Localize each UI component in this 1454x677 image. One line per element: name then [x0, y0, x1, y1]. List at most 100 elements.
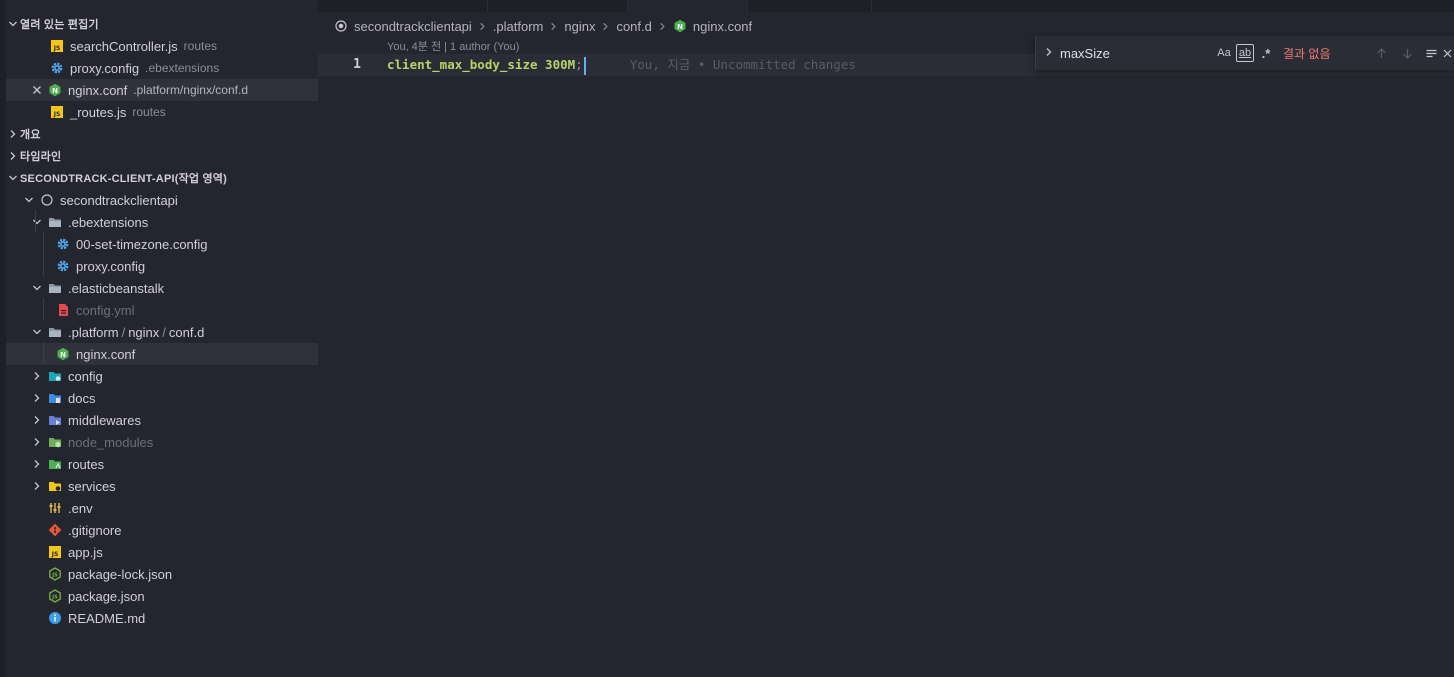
breadcrumb-item[interactable]: .platform	[493, 19, 544, 34]
info-icon	[48, 611, 62, 625]
code-directive: client_max_body_size	[387, 57, 538, 72]
tree-file[interactable]: JS app.js	[6, 541, 318, 563]
tree-folder[interactable]: .elasticbeanstalk	[6, 277, 318, 299]
chevron-right-icon[interactable]	[1042, 45, 1056, 59]
nodejs-icon: JS	[48, 567, 62, 581]
code-value: 300M	[545, 57, 576, 72]
tree-folder[interactable]: .platform / nginx / conf.d	[6, 321, 318, 343]
svg-text:N: N	[60, 351, 66, 359]
find-input[interactable]	[1058, 42, 1208, 64]
breadcrumb-item[interactable]: conf.d	[616, 19, 651, 34]
tree-file[interactable]: README.md	[6, 607, 318, 629]
arrow-up-icon[interactable]	[1372, 44, 1390, 62]
tree-root-folder[interactable]: secondtrackclientapi	[6, 189, 318, 211]
tree-item-label: proxy.config	[76, 258, 146, 274]
tree-file[interactable]: JS package.json	[6, 585, 318, 607]
timeline-title: 타임라인	[20, 151, 62, 163]
open-editor-desc: routes	[132, 105, 166, 119]
gear-icon	[50, 61, 64, 75]
nodejs-icon: JS	[48, 589, 62, 603]
regex-toggle[interactable]: .*	[1258, 44, 1274, 62]
text-cursor	[583, 56, 586, 75]
open-editors-header[interactable]: 열려 있는 편집기	[6, 13, 318, 35]
tree-item-label: routes	[68, 456, 105, 472]
editor-tab-active[interactable]	[628, 0, 748, 12]
folder-routes-icon	[48, 457, 62, 471]
js-file-icon: JS	[48, 545, 62, 559]
chevron-right-icon	[6, 127, 20, 141]
editor-tab[interactable]	[318, 0, 488, 12]
code-line[interactable]: client_max_body_size 300M; You, 지금 • Unco…	[387, 54, 856, 76]
tree-file[interactable]: .env	[6, 497, 318, 519]
open-editor-item[interactable]: proxy.config .ebextensions	[6, 57, 318, 79]
tree-folder[interactable]: .ebextensions	[6, 211, 318, 233]
breadcrumb-item[interactable]: nginx.conf	[693, 19, 752, 34]
tree-item-label: services	[68, 478, 116, 494]
tree-item-label: nginx.conf	[76, 346, 136, 362]
svg-text:JS: JS	[51, 573, 58, 579]
chevron-right-icon	[30, 457, 44, 471]
open-editor-desc: .platform/nginx/conf.d	[133, 83, 248, 97]
tree-item-label: package-lock.json	[68, 566, 173, 582]
git-icon	[48, 523, 62, 537]
workspace-header[interactable]: SECONDTRACK-CLIENT-API(작업 영역)	[6, 167, 318, 189]
chevron-right-icon	[6, 149, 20, 163]
js-file-icon: JS	[50, 39, 64, 53]
match-case-toggle[interactable]: Aa	[1216, 44, 1232, 62]
whole-word-toggle[interactable]: ab	[1236, 44, 1254, 62]
path-separator: /	[162, 324, 166, 340]
open-editors-title: 열려 있는 편집기	[20, 19, 99, 31]
indent-guide	[43, 232, 44, 276]
tree-file[interactable]: .gitignore	[6, 519, 318, 541]
tree-item-label: .env	[68, 500, 93, 516]
folder-docs-icon	[48, 391, 62, 405]
timeline-header[interactable]: 타임라인	[6, 145, 318, 167]
tree-item-label: .ebextensions	[68, 214, 149, 230]
folder-node-icon	[48, 435, 62, 449]
svg-text:N: N	[677, 23, 683, 31]
path-separator: /	[121, 324, 126, 340]
open-editor-item[interactable]: JS searchController.js routes	[6, 35, 318, 57]
open-editor-item[interactable]: JS _routes.js routes	[6, 101, 318, 123]
editor-tab-strip	[318, 0, 1454, 12]
tree-file[interactable]: JS package-lock.json	[6, 563, 318, 585]
svg-text:JS: JS	[51, 551, 59, 558]
code-editor[interactable]: secondtrackclientapi .platform nginx con…	[318, 12, 1454, 677]
tree-folder[interactable]: routes	[6, 453, 318, 475]
svg-text:JS: JS	[53, 45, 61, 52]
editor-tab[interactable]	[748, 0, 872, 12]
tree-folder[interactable]: docs	[6, 387, 318, 409]
arrow-down-icon[interactable]	[1398, 44, 1416, 62]
tree-item-label: docs	[68, 390, 96, 406]
outline-header[interactable]: 개요	[6, 123, 318, 145]
nginx-icon: N	[56, 347, 70, 361]
chevron-down-icon	[30, 215, 44, 229]
breadcrumb-item[interactable]: secondtrackclientapi	[354, 19, 472, 34]
tree-folder[interactable]: services	[6, 475, 318, 497]
chevron-down-icon	[30, 281, 44, 295]
editor-tab[interactable]	[488, 0, 628, 12]
open-editor-name: _routes.js	[70, 104, 127, 120]
close-icon[interactable]	[1438, 44, 1454, 62]
git-codelens[interactable]: You, 4분 전 | 1 author (You)	[387, 38, 519, 54]
chevron-right-icon	[30, 435, 44, 449]
open-editor-item-active[interactable]: N nginx.conf .platform/nginx/conf.d	[6, 79, 318, 101]
open-editor-desc: routes	[183, 39, 218, 53]
folder-open-icon	[48, 215, 62, 229]
tree-folder[interactable]: config	[6, 365, 318, 387]
find-widget: Aa ab .* 결과 없음	[1035, 36, 1454, 70]
tree-file-selected[interactable]: N nginx.conf	[6, 343, 318, 365]
tree-item-label: middlewares	[68, 412, 141, 428]
breadcrumb-item[interactable]: nginx	[564, 19, 595, 34]
indent-guide	[35, 210, 36, 232]
outline-title: 개요	[20, 129, 41, 141]
tree-folder[interactable]: node_modules	[6, 431, 318, 453]
close-icon[interactable]	[30, 83, 44, 97]
tree-item-label: config.yml	[76, 302, 135, 318]
tree-file[interactable]: config.yml	[6, 299, 318, 321]
tree-folder[interactable]: middlewares	[6, 409, 318, 431]
tree-item-label: config	[68, 368, 103, 384]
chevron-down-icon	[6, 171, 20, 185]
tree-file[interactable]: proxy.config	[6, 255, 318, 277]
tree-file[interactable]: 00-set-timezone.config	[6, 233, 318, 255]
